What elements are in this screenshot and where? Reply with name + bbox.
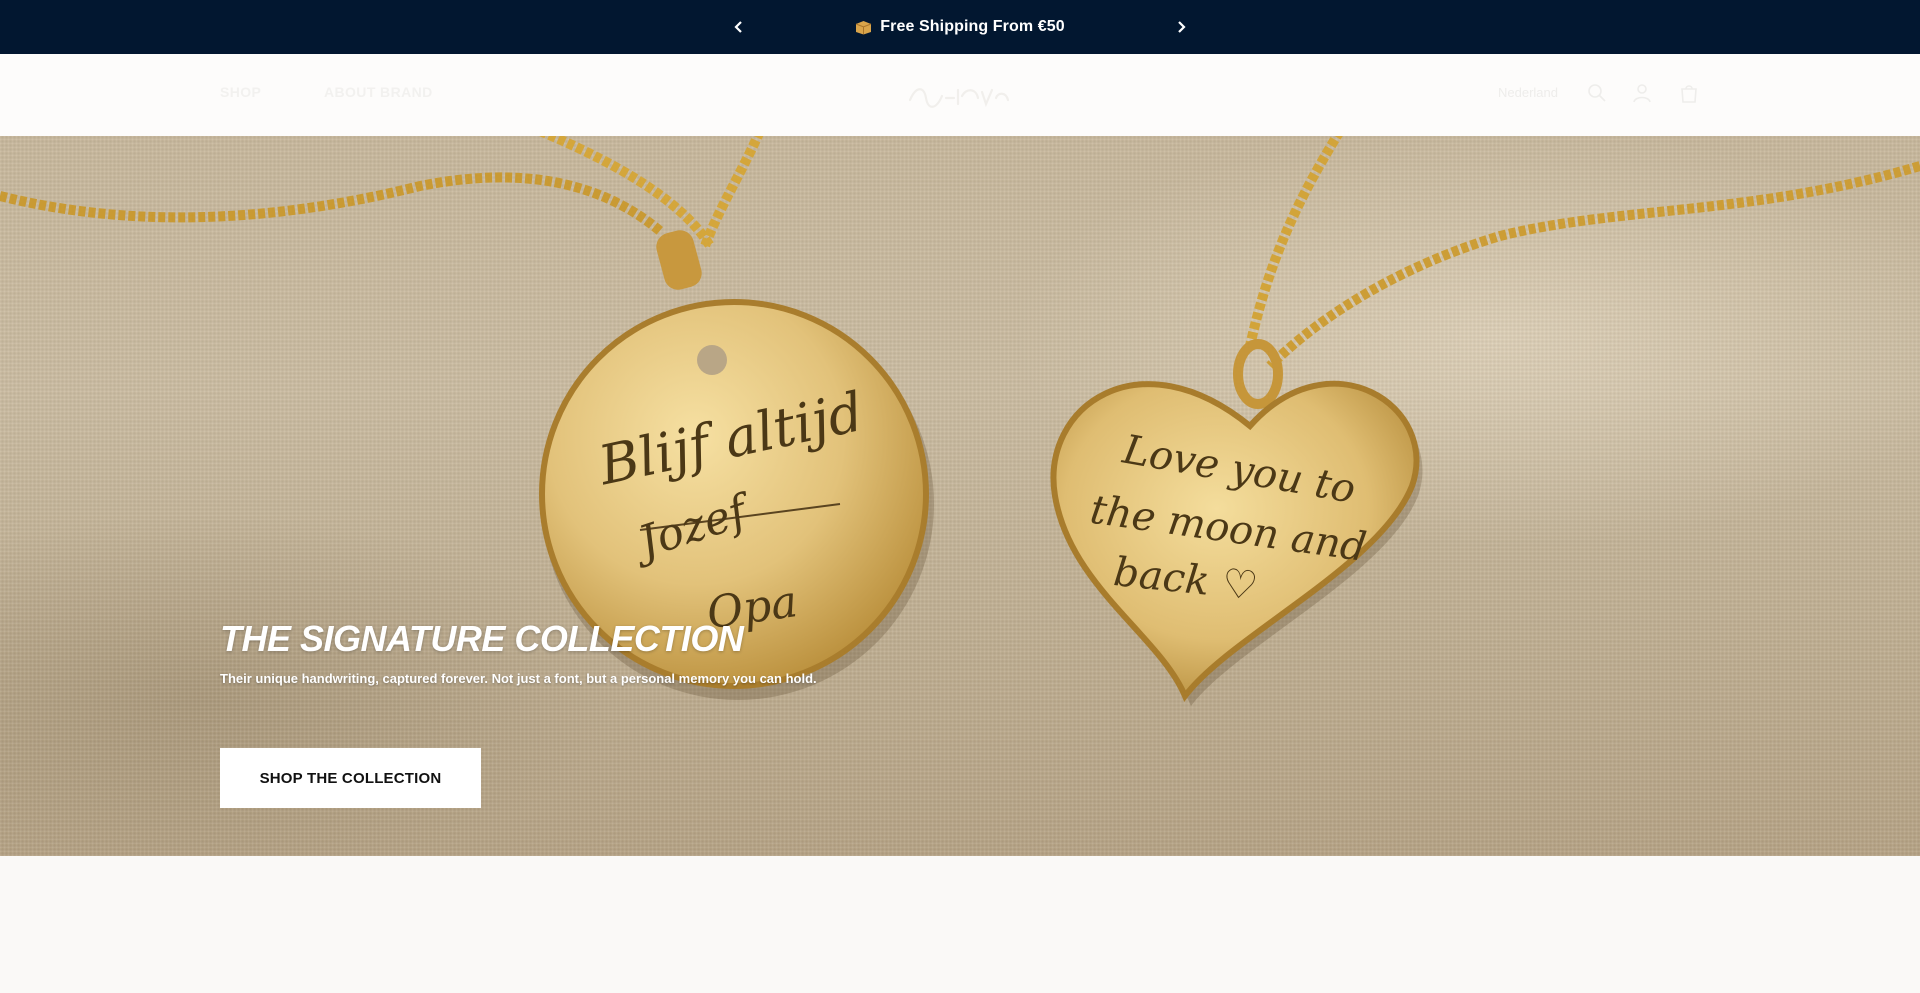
nav-shop-link[interactable]: Shop	[220, 84, 261, 100]
account-icon[interactable]	[1631, 82, 1653, 104]
package-icon	[855, 20, 872, 35]
chevron-right-icon	[1178, 21, 1186, 33]
hero-banner: Blijf altijd Jozef Opa Love you to the m…	[0, 136, 1920, 856]
country-selector[interactable]: Nederland	[1498, 85, 1558, 100]
brand-logo[interactable]	[906, 76, 1012, 114]
chevron-left-icon	[734, 21, 742, 33]
announcement-prev-button[interactable]	[727, 15, 751, 39]
cart-icon[interactable]	[1678, 82, 1700, 104]
hero-title: THE SIGNATURE COLLECTION	[220, 618, 744, 659]
nav-about-link[interactable]: About Brand	[324, 84, 433, 100]
announcement-next-button[interactable]	[1169, 15, 1193, 39]
announcement-bar: Free Shipping From €50	[0, 0, 1920, 54]
shop-collection-button[interactable]: SHOP THE COLLECTION	[220, 748, 481, 808]
site-header: Shop About Brand Nederland	[0, 54, 1920, 136]
announcement-text: Free Shipping From €50	[880, 18, 1065, 35]
page-content-area	[0, 856, 1920, 993]
search-icon[interactable]	[1586, 82, 1608, 104]
announcement-message: Free Shipping From €50	[760, 0, 1160, 54]
hero-subtitle: Their unique handwriting, captured forev…	[220, 671, 817, 686]
